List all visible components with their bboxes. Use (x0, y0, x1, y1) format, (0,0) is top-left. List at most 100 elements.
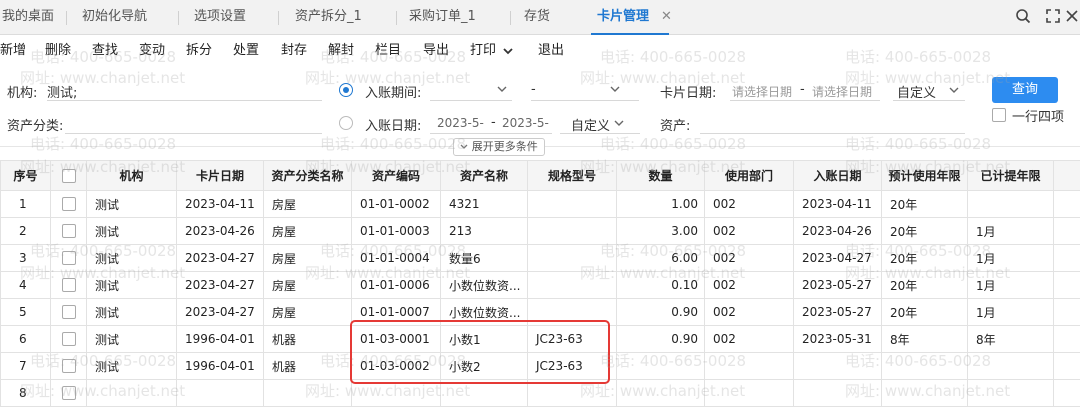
row-checkbox[interactable] (51, 272, 87, 299)
cell-extra[interactable] (1054, 218, 1080, 245)
col-header-org[interactable]: 机构 (87, 161, 177, 191)
post-date-to[interactable]: 2023-5- (502, 116, 549, 130)
fullscreen-icon[interactable] (1045, 8, 1061, 24)
cell-dept[interactable]: 002 (705, 326, 794, 353)
row-checkbox[interactable] (51, 299, 87, 326)
col-header-asset-class[interactable]: 资产分类名称 (264, 161, 352, 191)
delete-button[interactable]: 删除 (45, 34, 71, 68)
cell-spec[interactable] (528, 272, 617, 299)
tab-card-management[interactable]: 卡片管理 ✕ (597, 0, 649, 34)
row-checkbox[interactable] (51, 353, 87, 380)
tab-options[interactable]: 选项设置 (194, 0, 246, 34)
cell-extra[interactable] (1054, 299, 1080, 326)
cell-qty[interactable] (617, 353, 705, 380)
cell-qty[interactable]: 0.10 (617, 272, 705, 299)
cell-card-date[interactable] (177, 380, 264, 407)
cell-card-date[interactable]: 2023-04-27 (177, 272, 264, 299)
close-icon[interactable]: ✕ (661, 0, 672, 34)
cell-post-date[interactable]: 2023-05-31 (794, 326, 882, 353)
cell-extra[interactable] (1054, 380, 1080, 407)
cell-extra[interactable] (1054, 326, 1080, 353)
split-button[interactable]: 拆分 (186, 34, 212, 68)
change-button[interactable]: 变动 (139, 34, 165, 68)
cell-life[interactable]: 20年 (882, 191, 968, 218)
cell-card-date[interactable]: 1996-04-01 (177, 353, 264, 380)
cell-post-date[interactable] (794, 353, 882, 380)
cell-depr[interactable]: 8年 (968, 326, 1054, 353)
chevron-down-icon[interactable] (949, 87, 959, 93)
cell-org[interactable]: 测试 (87, 218, 177, 245)
cell-asset-class[interactable]: 房屋 (264, 191, 352, 218)
cell-depr[interactable]: 1月 (968, 218, 1054, 245)
cell-life[interactable]: 20年 (882, 272, 968, 299)
add-button[interactable]: 新增 (0, 34, 26, 68)
cell-asset-code[interactable]: 01-01-0002 (352, 191, 441, 218)
col-header-post-date[interactable]: 入账日期 (794, 161, 882, 191)
col-header-asset-name[interactable]: 资产名称 (441, 161, 528, 191)
row-checkbox[interactable] (51, 326, 87, 353)
cell-org[interactable]: 测试 (87, 191, 177, 218)
cell-extra[interactable] (1054, 272, 1080, 299)
cell-asset-class[interactable] (264, 380, 352, 407)
cell-life[interactable]: 8年 (882, 326, 968, 353)
col-header-asset-code[interactable]: 资产编码 (352, 161, 441, 191)
cell-card-date[interactable]: 2023-04-11 (177, 191, 264, 218)
print-button[interactable]: 打印 (470, 34, 513, 68)
row-checkbox[interactable] (51, 218, 87, 245)
org-field[interactable]: 测试; (47, 82, 77, 101)
row-checkbox[interactable] (51, 191, 87, 218)
card-date-mode[interactable]: 自定义 (897, 82, 936, 101)
row-select-checkbox[interactable] (62, 359, 76, 373)
col-header-select[interactable] (51, 161, 87, 191)
cell-life[interactable] (882, 380, 968, 407)
cell-dept[interactable]: 002 (705, 218, 794, 245)
col-header-life[interactable]: 预计使用年限 (882, 161, 968, 191)
cell-asset-class[interactable]: 房屋 (264, 245, 352, 272)
cell-card-date[interactable]: 2023-04-27 (177, 245, 264, 272)
close-icon[interactable] (1065, 8, 1079, 24)
row-number[interactable]: 1 (1, 191, 51, 218)
row-select-checkbox[interactable] (62, 224, 76, 238)
cell-dept[interactable]: 002 (705, 272, 794, 299)
cell-extra[interactable] (1054, 353, 1080, 380)
cell-depr[interactable] (968, 380, 1054, 407)
row-select-checkbox[interactable] (62, 251, 76, 265)
col-header-card-date[interactable]: 卡片日期 (177, 161, 264, 191)
tab-my-desktop[interactable]: 我的桌面 (2, 0, 54, 34)
cell-depr[interactable]: 1月 (968, 245, 1054, 272)
cell-life[interactable] (882, 353, 968, 380)
cell-org[interactable]: 测试 (87, 353, 177, 380)
cell-post-date[interactable]: 2023-05-27 (794, 299, 882, 326)
cell-dept[interactable] (705, 353, 794, 380)
row-number[interactable]: 2 (1, 218, 51, 245)
tab-purchase-order[interactable]: 采购订单_1 (409, 0, 476, 34)
row-number[interactable]: 4 (1, 272, 51, 299)
cell-org[interactable]: 测试 (87, 245, 177, 272)
cell-life[interactable]: 20年 (882, 218, 968, 245)
cell-asset-code[interactable]: 01-01-0006 (352, 272, 441, 299)
cell-org[interactable]: 测试 (87, 326, 177, 353)
cell-post-date[interactable]: 2023-04-27 (794, 245, 882, 272)
dispose-button[interactable]: 处置 (233, 34, 259, 68)
card-date-to[interactable]: 请选择日期 (812, 83, 872, 100)
cell-post-date[interactable]: 2023-05-27 (794, 272, 882, 299)
asset-field[interactable] (700, 133, 965, 134)
cell-org[interactable] (87, 380, 177, 407)
cell-post-date[interactable]: 2023-04-26 (794, 218, 882, 245)
col-header-no[interactable]: 序号 (1, 161, 51, 191)
tab-asset-split[interactable]: 资产拆分_1 (295, 0, 362, 34)
row-number[interactable]: 5 (1, 299, 51, 326)
cell-qty[interactable] (617, 380, 705, 407)
four-per-row-checkbox[interactable] (992, 108, 1006, 122)
cell-asset-name[interactable]: 数量6 (441, 245, 528, 272)
cell-asset-class[interactable]: 机器 (264, 353, 352, 380)
seal-button[interactable]: 封存 (281, 34, 307, 68)
cell-card-date[interactable]: 2023-04-26 (177, 218, 264, 245)
cell-asset-name[interactable]: 小数位数资... (441, 272, 528, 299)
cell-extra[interactable] (1054, 245, 1080, 272)
cell-card-date[interactable]: 2023-04-27 (177, 299, 264, 326)
cell-dept[interactable]: 002 (705, 245, 794, 272)
row-select-checkbox[interactable] (62, 305, 76, 319)
export-button[interactable]: 导出 (423, 34, 449, 68)
cell-qty[interactable]: 0.90 (617, 326, 705, 353)
